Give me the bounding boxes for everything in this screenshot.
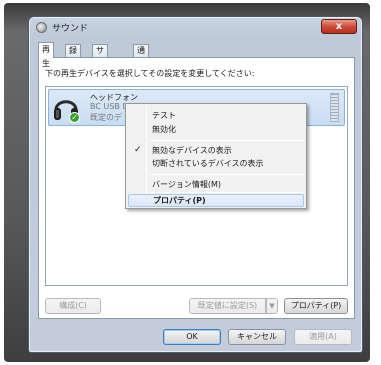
close-button[interactable]: x <box>321 19 357 34</box>
menu-item-version-info[interactable]: バージョン情報(M) <box>128 178 304 191</box>
menu-item-properties[interactable]: プロパティ(P) <box>128 194 304 207</box>
speaker-icon <box>36 22 47 33</box>
checkmark-icon: ✓ <box>134 145 142 155</box>
tab-sounds[interactable]: サウンド <box>92 44 108 91</box>
menu-separator <box>150 192 304 193</box>
instruction-text: 下の再生デバイスを選択してその設定を変更してください: <box>45 69 255 78</box>
volume-level-meter <box>330 93 339 122</box>
window-title: サウンド <box>52 24 89 34</box>
device-context-menu: テスト 無効化 ✓ 無効なデバイスの表示 切断されているデバイスの表示 バージョ… <box>125 103 307 209</box>
menu-item-test[interactable]: テスト <box>128 109 304 122</box>
tab-playback[interactable]: 再生 <box>38 42 54 68</box>
cancel-button[interactable]: キャンセル <box>228 329 286 345</box>
set-default-dropdown-icon[interactable]: ▼ <box>266 298 278 314</box>
set-default-button[interactable]: 既定値に設定(S) <box>189 298 266 314</box>
tab-recording[interactable]: 録音 <box>65 44 81 67</box>
device-status: 既定のデ <box>90 113 122 122</box>
title-bar[interactable]: サウンド x <box>29 17 362 39</box>
menu-item-show-disconnected[interactable]: 切断されているデバイスの表示 <box>128 157 304 170</box>
apply-button[interactable]: 適用(A) <box>294 329 352 345</box>
ok-button[interactable]: OK <box>163 329 221 345</box>
menu-item-disable[interactable]: 無効化 <box>128 123 304 136</box>
default-device-check-icon: ✓ <box>69 112 80 123</box>
tab-communications[interactable]: 通信 <box>133 44 149 67</box>
configure-button[interactable]: 構成(C) <box>45 298 101 314</box>
menu-item-show-disabled[interactable]: ✓ 無効なデバイスの表示 <box>128 144 304 157</box>
properties-button[interactable]: プロパティ(P) <box>284 298 348 314</box>
menu-separator <box>150 174 304 175</box>
menu-item-label: 無効なデバイスの表示 <box>152 146 232 155</box>
menu-separator <box>150 140 304 141</box>
